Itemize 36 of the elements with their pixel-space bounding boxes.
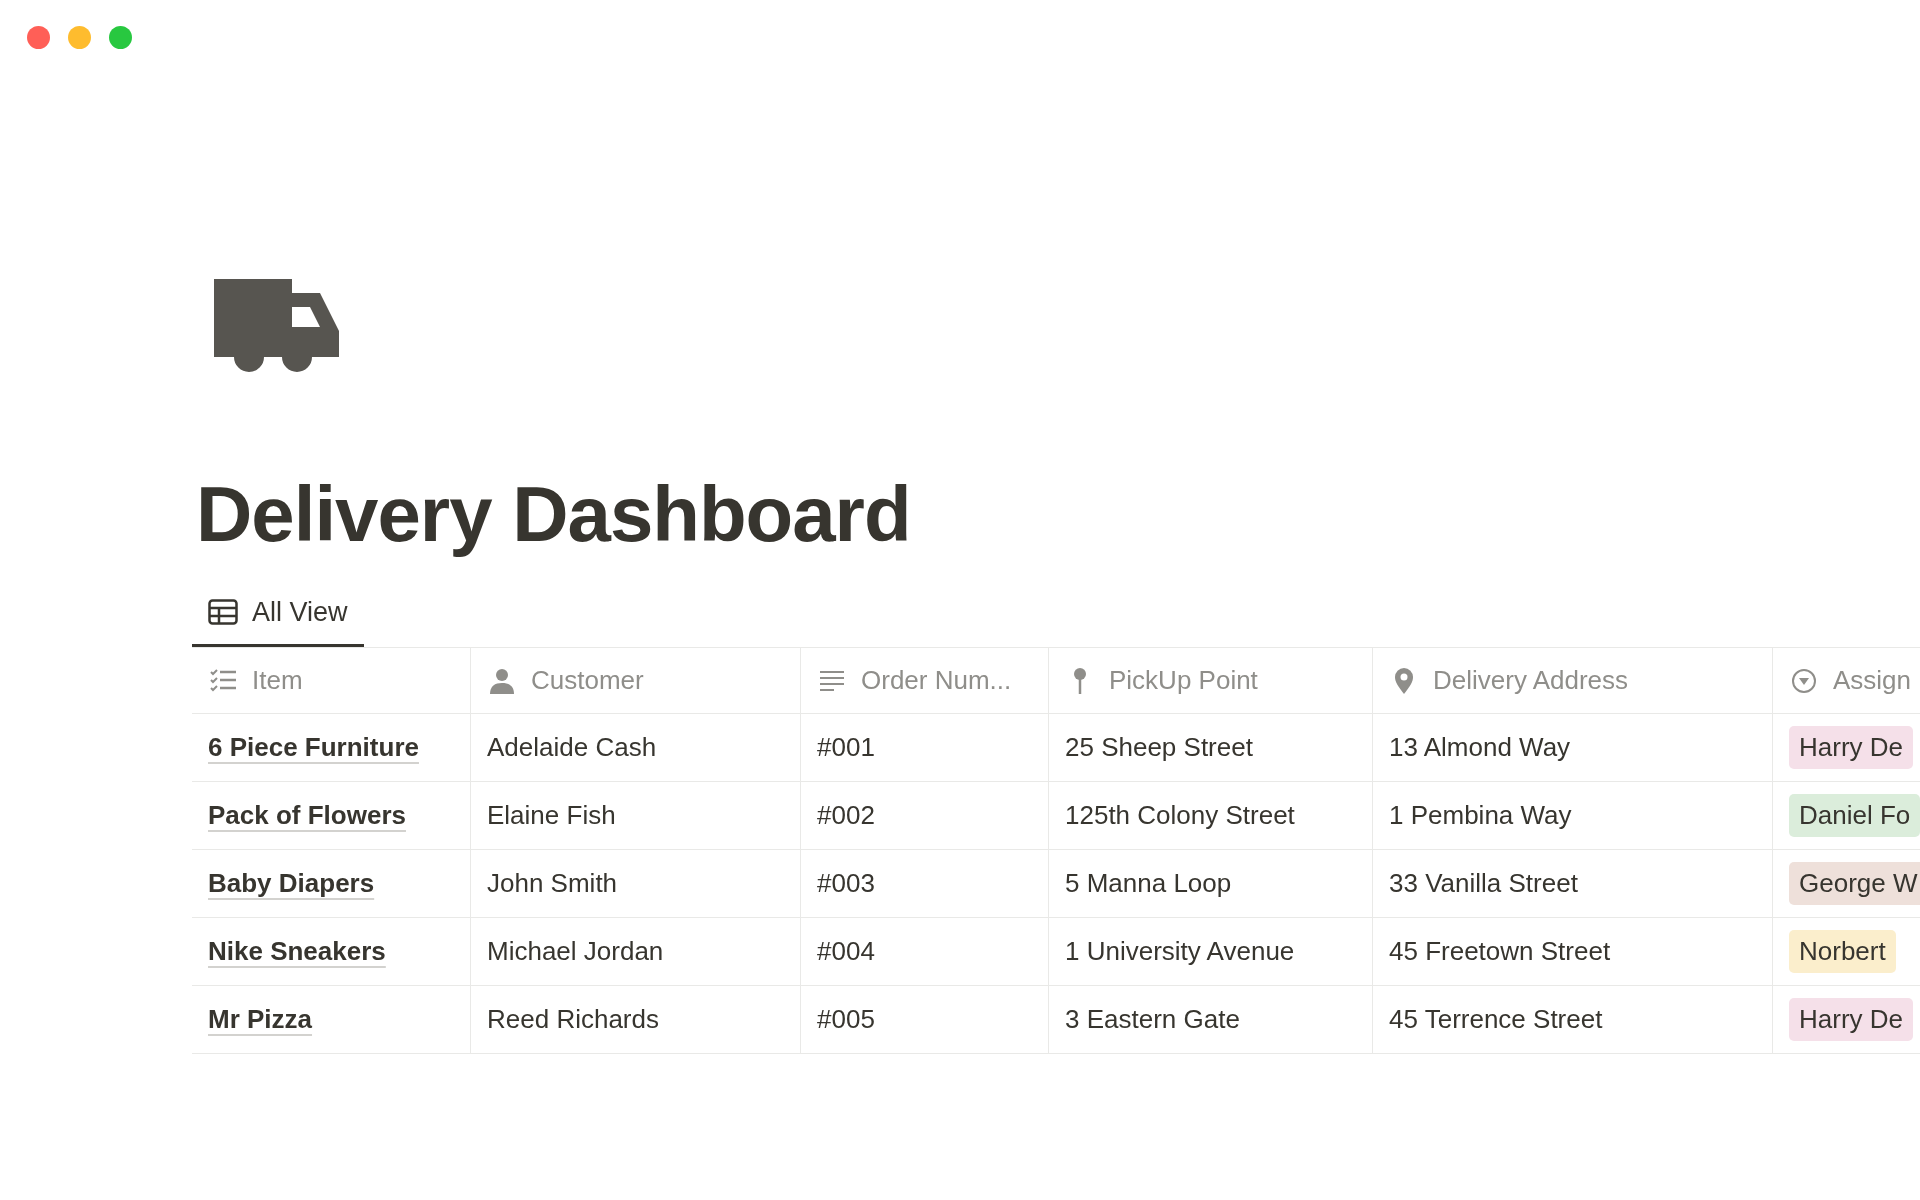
- item-title-link[interactable]: Nike Sneakers: [208, 932, 386, 972]
- table-cell: Reed Richards: [471, 986, 801, 1055]
- view-tab[interactable]: All View: [192, 581, 364, 648]
- table-cell: #002: [801, 782, 1049, 851]
- table-cell: 33 Vanilla Street: [1373, 850, 1773, 919]
- item-title-link[interactable]: Baby Diapers: [208, 864, 375, 904]
- item-title-link[interactable]: Pack of Flowers: [208, 796, 406, 836]
- table-cell: #005: [801, 986, 1049, 1055]
- table-cell: 3 Eastern Gate: [1049, 986, 1373, 1055]
- table-cell: 5 Manna Loop: [1049, 850, 1373, 919]
- assignee-tag: George W: [1789, 862, 1920, 906]
- table-cell: 45 Freetown Street: [1373, 918, 1773, 987]
- table-cell: #001: [801, 714, 1049, 783]
- table-cell: 45 Terrence Street: [1373, 986, 1773, 1055]
- assignee-tag: Harry De: [1789, 726, 1913, 770]
- item-title-link[interactable]: 6 Piece Furniture: [208, 728, 419, 768]
- table-cell: 1 University Avenue: [1049, 918, 1373, 987]
- table-cell: #004: [801, 918, 1049, 987]
- assignee-tag: Harry De: [1789, 998, 1913, 1042]
- table-cell: Michael Jordan: [471, 918, 801, 987]
- table-icon: [208, 599, 238, 626]
- table-cell: John Smith: [471, 850, 801, 919]
- table-cell: Elaine Fish: [471, 782, 801, 851]
- table-cell: #003: [801, 850, 1049, 919]
- table-cell: 1 Pembina Way: [1373, 782, 1773, 851]
- close-button[interactable]: [27, 26, 50, 49]
- assignee-tag: Norbert: [1789, 930, 1896, 974]
- table-cell: Adelaide Cash: [471, 714, 801, 783]
- table-cell: 13 Almond Way: [1373, 714, 1773, 783]
- page-title: Delivery Dashboard: [196, 472, 912, 558]
- table-cell: 25 Sheep Street: [1049, 714, 1373, 783]
- minimize-button[interactable]: [68, 26, 91, 49]
- assignee-tag: Daniel Fo: [1789, 794, 1920, 838]
- table-cell: 125th Colony Street: [1049, 782, 1373, 851]
- item-title-link[interactable]: Mr Pizza: [208, 1000, 313, 1040]
- maximize-button[interactable]: [109, 26, 132, 49]
